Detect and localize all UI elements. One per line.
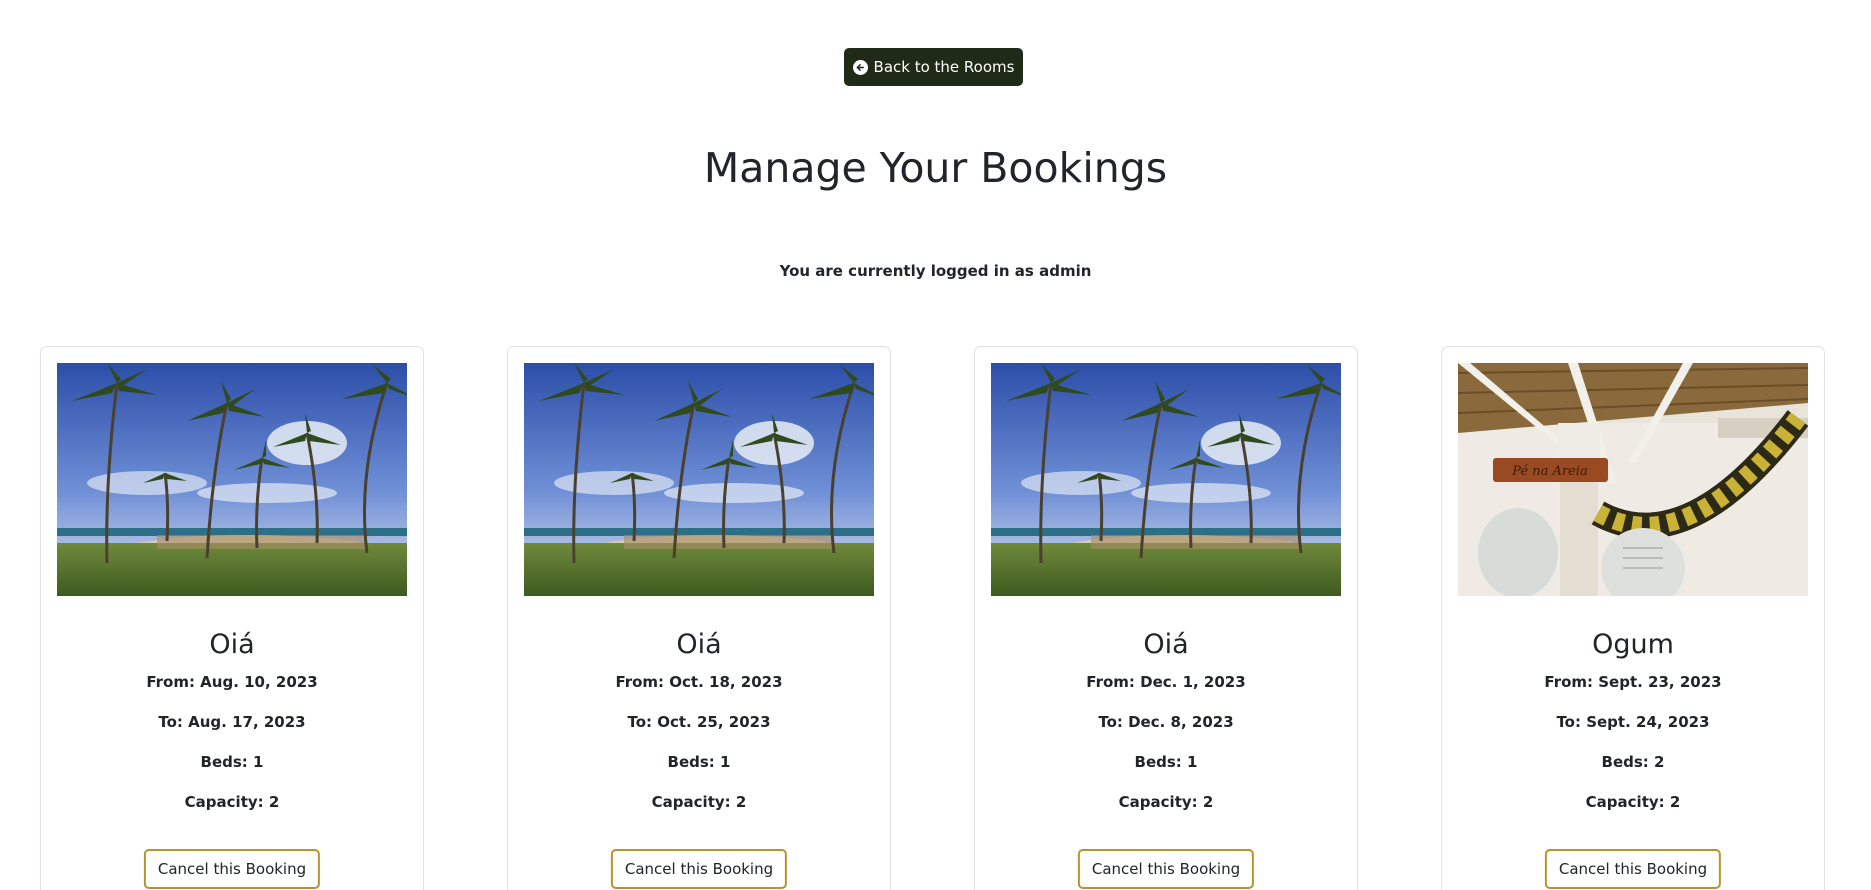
svg-text:Pé na Areia: Pé na Areia — [1511, 464, 1587, 479]
bookings-page: Back to the Rooms Manage Your Bookings Y… — [0, 0, 1871, 890]
back-to-rooms-button[interactable]: Back to the Rooms — [844, 48, 1023, 86]
room-beds: Beds: 1 — [200, 753, 264, 771]
room-capacity: Capacity: 2 — [184, 793, 280, 811]
room-image: Pé na Areia — [1458, 363, 1808, 596]
booking-to-date: To: Oct. 25, 2023 — [627, 713, 771, 731]
room-beds: Beds: 2 — [1601, 753, 1665, 771]
room-name: Oiá — [1143, 629, 1189, 660]
room-name: Oiá — [676, 629, 722, 660]
cancel-booking-button[interactable]: Cancel this Booking — [143, 849, 321, 889]
booking-to-date: To: Aug. 17, 2023 — [158, 713, 306, 731]
room-capacity: Capacity: 2 — [1585, 793, 1681, 811]
arrow-left-circle-icon — [852, 59, 868, 75]
booking-card: Oiá From: Oct. 18, 2023 To: Oct. 25, 202… — [507, 346, 891, 890]
booking-from-date: From: Sept. 23, 2023 — [1544, 673, 1722, 691]
room-name: Oiá — [209, 629, 255, 660]
cancel-booking-button[interactable]: Cancel this Booking — [1077, 849, 1255, 889]
booking-card: Pé na Areia Ogum From: Sept. 23, 2023 To… — [1441, 346, 1825, 890]
booking-from-date: From: Oct. 18, 2023 — [615, 673, 783, 691]
booking-card: Oiá From: Aug. 10, 2023 To: Aug. 17, 202… — [40, 346, 424, 890]
room-capacity: Capacity: 2 — [1118, 793, 1214, 811]
room-image — [57, 363, 407, 596]
room-image — [524, 363, 874, 596]
login-status-text: You are currently logged in as admin — [779, 262, 1092, 280]
cancel-booking-button[interactable]: Cancel this Booking — [610, 849, 788, 889]
cancel-booking-button[interactable]: Cancel this Booking — [1544, 849, 1722, 889]
booking-to-date: To: Sept. 24, 2023 — [1556, 713, 1710, 731]
booking-from-date: From: Dec. 1, 2023 — [1086, 673, 1246, 691]
back-to-rooms-label: Back to the Rooms — [873, 58, 1015, 76]
room-name: Ogum — [1592, 629, 1674, 660]
booking-card: Oiá From: Dec. 1, 2023 To: Dec. 8, 2023 … — [974, 346, 1358, 890]
room-capacity: Capacity: 2 — [651, 793, 747, 811]
room-beds: Beds: 1 — [1134, 753, 1198, 771]
booking-from-date: From: Aug. 10, 2023 — [146, 673, 318, 691]
room-image — [991, 363, 1341, 596]
page-title: Manage Your Bookings — [703, 144, 1168, 192]
room-beds: Beds: 1 — [667, 753, 731, 771]
booking-to-date: To: Dec. 8, 2023 — [1098, 713, 1234, 731]
